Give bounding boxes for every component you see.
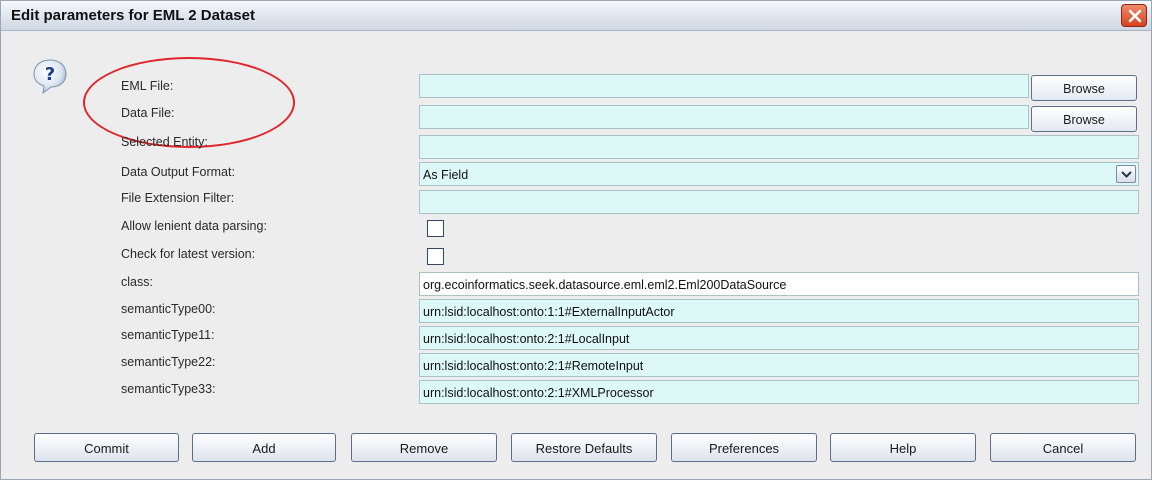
- add-button[interactable]: Add: [192, 433, 336, 462]
- data-output-format-value: As Field: [423, 168, 469, 182]
- semantic-type-11-input[interactable]: urn:lsid:localhost:onto:2:1#LocalInput: [419, 326, 1139, 350]
- remove-button[interactable]: Remove: [351, 433, 497, 462]
- semantic-type-00-input[interactable]: urn:lsid:localhost:onto:1:1#ExternalInpu…: [419, 299, 1139, 323]
- semantic-type-33-label: semanticType33:: [121, 382, 216, 396]
- eml-file-label: EML File:: [121, 79, 174, 93]
- file-extension-filter-label: File Extension Filter:: [121, 191, 235, 205]
- semantic-type-11-label: semanticType11:: [121, 328, 215, 342]
- class-label: class:: [121, 275, 153, 289]
- help-button[interactable]: Help: [830, 433, 976, 462]
- check-latest-label: Check for latest version:: [121, 247, 256, 261]
- allow-lenient-label: Allow lenient data parsing:: [121, 219, 267, 233]
- data-output-format-label: Data Output Format:: [121, 165, 235, 179]
- preferences-button[interactable]: Preferences: [671, 433, 817, 462]
- check-latest-checkbox[interactable]: [427, 248, 444, 265]
- question-mark-help-icon: ?: [33, 59, 67, 95]
- file-extension-filter-input[interactable]: [419, 190, 1139, 214]
- title-bar[interactable]: Edit parameters for EML 2 Dataset: [1, 1, 1151, 31]
- selected-entity-label: Selected Entity:: [121, 135, 208, 149]
- close-button[interactable]: [1121, 4, 1147, 27]
- semantic-type-22-input[interactable]: urn:lsid:localhost:onto:2:1#RemoteInput: [419, 353, 1139, 377]
- commit-button[interactable]: Commit: [34, 433, 179, 462]
- eml-file-input[interactable]: [419, 74, 1029, 98]
- allow-lenient-checkbox[interactable]: [427, 220, 444, 237]
- data-output-format-select[interactable]: As Field: [419, 162, 1139, 186]
- dialog-window: Edit parameters for EML 2 Dataset ? EML …: [0, 0, 1152, 480]
- semantic-type-22-label: semanticType22:: [121, 355, 216, 369]
- selected-entity-input[interactable]: [419, 135, 1139, 159]
- semantic-type-00-label: semanticType00:: [121, 302, 216, 316]
- dropdown-button[interactable]: [1116, 165, 1136, 183]
- close-x-icon: [1128, 9, 1142, 23]
- svg-text:?: ?: [45, 64, 55, 85]
- eml-file-browse-button[interactable]: Browse: [1031, 75, 1137, 101]
- window-title: Edit parameters for EML 2 Dataset: [11, 7, 255, 24]
- semantic-type-33-input[interactable]: urn:lsid:localhost:onto:2:1#XMLProcessor: [419, 380, 1139, 404]
- data-file-label: Data File:: [121, 106, 175, 120]
- cancel-button[interactable]: Cancel: [990, 433, 1136, 462]
- data-file-browse-button[interactable]: Browse: [1031, 106, 1137, 132]
- class-input[interactable]: org.ecoinformatics.seek.datasource.eml.e…: [419, 272, 1139, 296]
- chevron-down-icon: [1121, 171, 1132, 178]
- restore-defaults-button[interactable]: Restore Defaults: [511, 433, 657, 462]
- data-file-input[interactable]: [419, 105, 1029, 129]
